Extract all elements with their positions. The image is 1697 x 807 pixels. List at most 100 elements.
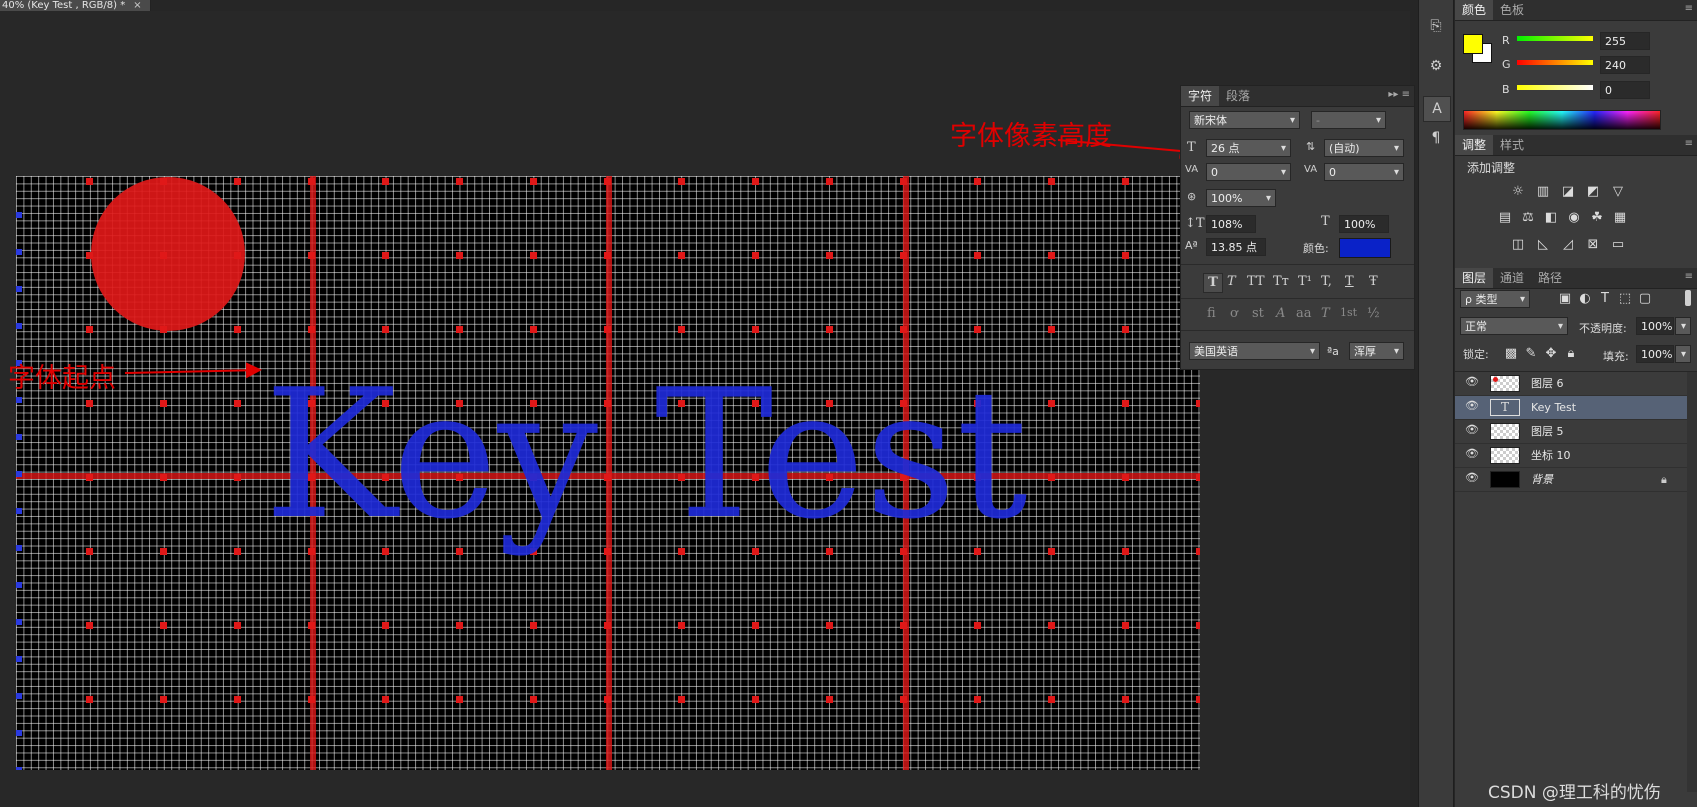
- faux-italic-button[interactable]: T: [1227, 274, 1236, 289]
- color-lookup-icon[interactable]: ▦: [1611, 210, 1629, 226]
- tracking-select[interactable]: 0: [1324, 163, 1404, 182]
- channel-value-b[interactable]: 0: [1600, 81, 1650, 99]
- slider-b[interactable]: [1517, 85, 1593, 90]
- tab-paths[interactable]: 路径: [1531, 268, 1569, 288]
- discretionary-ligatures-button[interactable]: st: [1252, 306, 1264, 321]
- stylistic-alternates-button[interactable]: aa: [1296, 306, 1312, 321]
- color-balance-icon[interactable]: ⚖: [1519, 210, 1537, 226]
- brightness-icon[interactable]: ☼: [1509, 184, 1527, 200]
- fill-input[interactable]: 100%: [1636, 345, 1674, 363]
- vertical-scale-input[interactable]: 108%: [1206, 215, 1256, 233]
- lock-all-icon[interactable]: 🔒︎: [1562, 346, 1580, 362]
- history-icon[interactable]: ⎘: [1423, 14, 1449, 38]
- visibility-eye-icon[interactable]: 👁︎: [1465, 376, 1479, 387]
- paragraph-icon[interactable]: ¶: [1423, 126, 1449, 150]
- vibrance-icon[interactable]: ▽: [1609, 184, 1627, 200]
- layer-row[interactable]: 👁︎ 图层 5: [1455, 420, 1687, 444]
- opacity-dropdown[interactable]: [1675, 317, 1691, 336]
- superscript-button[interactable]: T¹: [1298, 274, 1312, 289]
- leading-select[interactable]: (自动): [1324, 139, 1404, 158]
- swash-button[interactable]: A: [1276, 306, 1285, 321]
- lock-position-icon[interactable]: ✥: [1542, 346, 1560, 362]
- curves-icon[interactable]: ◪: [1559, 184, 1577, 200]
- ordinals-button[interactable]: 1st: [1340, 306, 1357, 319]
- layer-row[interactable]: 👁︎ T Key Test: [1455, 396, 1687, 420]
- character-icon[interactable]: A: [1423, 96, 1451, 122]
- language-select[interactable]: 美国英语: [1189, 342, 1320, 361]
- document-canvas[interactable]: Key Test: [16, 176, 1200, 770]
- channel-value-g[interactable]: 240: [1600, 56, 1650, 74]
- gradient-map-icon[interactable]: ▭: [1609, 237, 1627, 253]
- all-caps-button[interactable]: TT: [1247, 274, 1265, 289]
- kerning-select[interactable]: 0: [1206, 163, 1291, 182]
- tab-layers[interactable]: 图层: [1455, 268, 1494, 288]
- antialias-select[interactable]: 浑厚: [1349, 342, 1404, 361]
- visibility-eye-icon[interactable]: 👁︎: [1465, 400, 1479, 411]
- filter-type-icon[interactable]: T: [1596, 291, 1614, 307]
- document-tab[interactable]: 40% (Key Test , RGB/8) * ×: [0, 0, 151, 11]
- visibility-eye-icon[interactable]: 👁︎: [1465, 448, 1479, 459]
- exposure-icon[interactable]: ◩: [1584, 184, 1602, 200]
- layer-row[interactable]: 👁︎ 坐标 10: [1455, 444, 1687, 468]
- font-style-select[interactable]: -: [1311, 111, 1386, 130]
- tsume-select[interactable]: 100%: [1206, 189, 1276, 208]
- tab-color[interactable]: 颜色: [1455, 0, 1494, 20]
- font-family-select[interactable]: 新宋体: [1189, 111, 1300, 130]
- black-white-icon[interactable]: ◧: [1542, 210, 1560, 226]
- hue-saturation-icon[interactable]: ▤: [1496, 210, 1514, 226]
- layers-scrollbar[interactable]: [1687, 372, 1697, 792]
- visibility-eye-icon[interactable]: 👁︎: [1465, 472, 1479, 483]
- opacity-input[interactable]: 100%: [1636, 317, 1674, 335]
- visibility-eye-icon[interactable]: 👁︎: [1465, 424, 1479, 435]
- baseline-shift-input[interactable]: 13.85 点: [1206, 238, 1266, 256]
- selective-color-icon[interactable]: ⊠: [1584, 237, 1602, 253]
- fill-dropdown[interactable]: [1675, 345, 1691, 364]
- tab-swatches[interactable]: 色板: [1493, 0, 1531, 20]
- tab-paragraph[interactable]: 段落: [1219, 86, 1257, 106]
- panel-menu-icon[interactable]: ≡: [1685, 139, 1693, 149]
- threshold-icon[interactable]: ◿: [1559, 237, 1577, 253]
- faux-bold-button[interactable]: T: [1203, 273, 1223, 293]
- filter-pixel-icon[interactable]: ▣: [1556, 291, 1574, 307]
- small-caps-button[interactable]: Tт: [1273, 274, 1289, 289]
- layer-filter-select[interactable]: ρ 类型: [1460, 290, 1530, 309]
- filter-shape-icon[interactable]: ⬚: [1616, 291, 1634, 307]
- layer-row[interactable]: 👁︎ 背景 🔒︎: [1455, 468, 1687, 492]
- blend-mode-select[interactable]: 正常: [1460, 317, 1568, 336]
- fractions-button[interactable]: ½: [1367, 306, 1380, 321]
- close-tab-icon[interactable]: ×: [133, 0, 141, 11]
- channel-mixer-icon[interactable]: ☘: [1588, 210, 1606, 226]
- underline-button[interactable]: T: [1345, 274, 1354, 289]
- foreground-color-swatch[interactable]: [1463, 34, 1483, 54]
- slider-r[interactable]: [1517, 36, 1593, 41]
- invert-icon[interactable]: ◫: [1509, 237, 1527, 253]
- collapse-panel-icon[interactable]: ▸▸ ≡: [1388, 90, 1410, 100]
- filter-smart-object-icon[interactable]: ▢: [1636, 291, 1654, 307]
- color-spectrum-bar[interactable]: [1463, 110, 1661, 130]
- subscript-button[interactable]: T,: [1321, 274, 1332, 289]
- photo-filter-icon[interactable]: ◉: [1565, 210, 1583, 226]
- tab-character[interactable]: 字符: [1181, 86, 1220, 106]
- ligatures-button[interactable]: fi: [1207, 306, 1216, 321]
- lock-image-icon[interactable]: ✎: [1522, 346, 1540, 362]
- slider-g[interactable]: [1517, 60, 1593, 65]
- strikethrough-button[interactable]: Ŧ: [1369, 274, 1378, 289]
- text-color-swatch[interactable]: [1339, 238, 1391, 258]
- titling-alternates-button[interactable]: T: [1321, 306, 1330, 321]
- panel-menu-icon[interactable]: ≡: [1685, 4, 1693, 14]
- panel-menu-icon[interactable]: ≡: [1685, 272, 1693, 282]
- levels-icon[interactable]: ▥: [1534, 184, 1552, 200]
- tab-channels[interactable]: 通道: [1493, 268, 1531, 288]
- filter-toggle[interactable]: [1685, 290, 1691, 306]
- tab-adjustments[interactable]: 调整: [1455, 135, 1494, 155]
- layer-row[interactable]: 👁︎ 图层 6: [1455, 372, 1687, 396]
- lock-transparent-icon[interactable]: ▩: [1502, 346, 1520, 362]
- font-size-select[interactable]: 26 点: [1206, 139, 1291, 158]
- posterize-icon[interactable]: ◺: [1534, 237, 1552, 253]
- tab-styles[interactable]: 样式: [1493, 135, 1531, 155]
- properties-icon[interactable]: ⚙: [1423, 54, 1449, 78]
- horizontal-scale-input[interactable]: 100%: [1339, 215, 1389, 233]
- channel-value-r[interactable]: 255: [1600, 32, 1650, 50]
- old-style-button[interactable]: ơ: [1230, 306, 1238, 321]
- filter-adjustment-icon[interactable]: ◐: [1576, 291, 1594, 307]
